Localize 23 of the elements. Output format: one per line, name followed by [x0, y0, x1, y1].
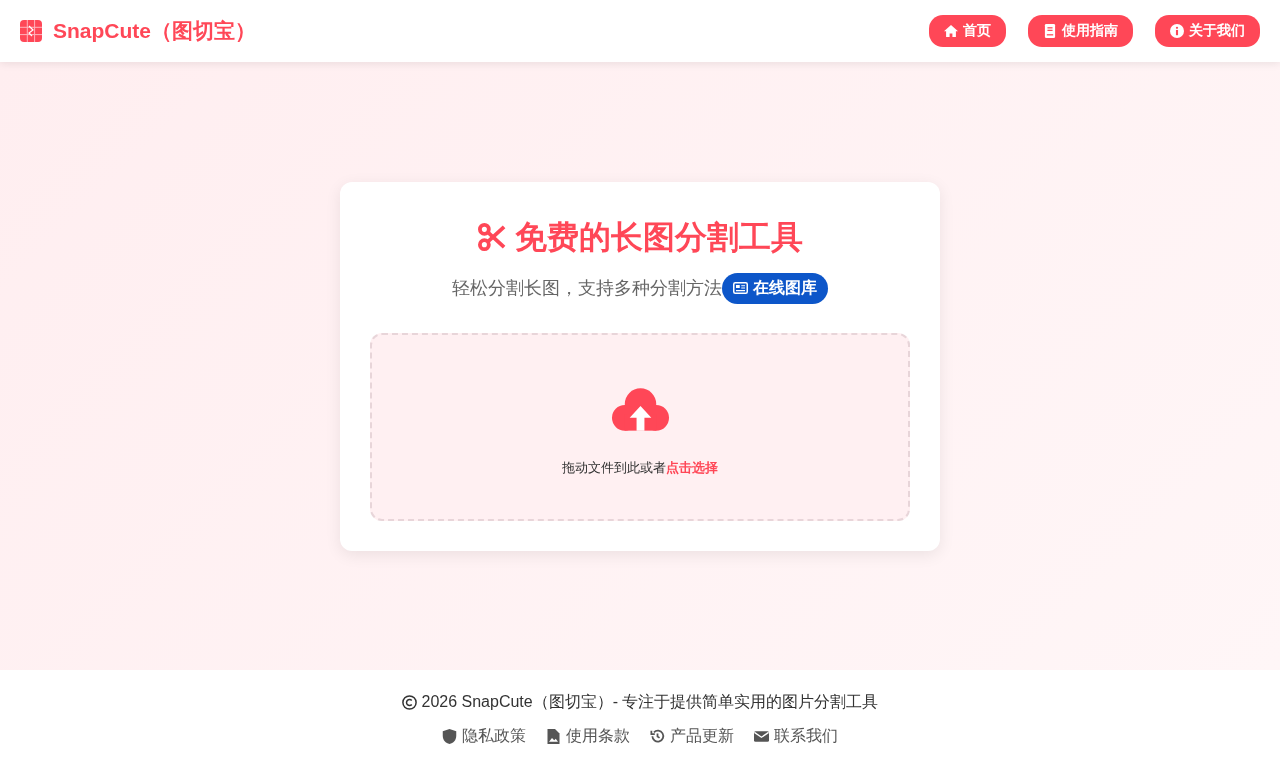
footer-link[interactable]: 产品更新 — [650, 726, 734, 746]
book-icon — [1043, 24, 1057, 38]
footer-link[interactable]: 联系我们 — [754, 726, 838, 746]
file-drop-zone[interactable]: 拖动文件到此或者点击选择 — [370, 332, 910, 521]
newspaper-icon — [733, 282, 748, 294]
brand-name: SnapCute（图切宝） — [53, 18, 256, 44]
info-icon — [1170, 24, 1184, 38]
logo-icon — [20, 20, 42, 42]
page-title: 免费的长图分割工具 — [514, 217, 803, 256]
footer-link[interactable]: 使用条款 — [546, 726, 630, 746]
home-icon — [944, 24, 958, 38]
footer-link[interactable]: 隐私政策 — [442, 726, 526, 746]
gallery-link[interactable]: 在线图库 — [722, 272, 828, 304]
scissors-icon — [477, 222, 506, 251]
subtitle-text: 轻松分割长图，支持多种分割方法 — [452, 277, 722, 300]
image-file-icon — [546, 728, 561, 744]
history-icon — [650, 728, 665, 744]
copyright-icon — [401, 694, 417, 710]
cloud-upload-icon — [610, 386, 670, 433]
copyright-text: 2026 SnapCute（图切宝）- 专注于提供简单实用的图片分割工具 — [421, 692, 879, 712]
upload-instruction: 拖动文件到此或者点击选择 — [562, 458, 718, 477]
shield-icon — [442, 728, 457, 744]
envelope-icon — [754, 728, 769, 744]
